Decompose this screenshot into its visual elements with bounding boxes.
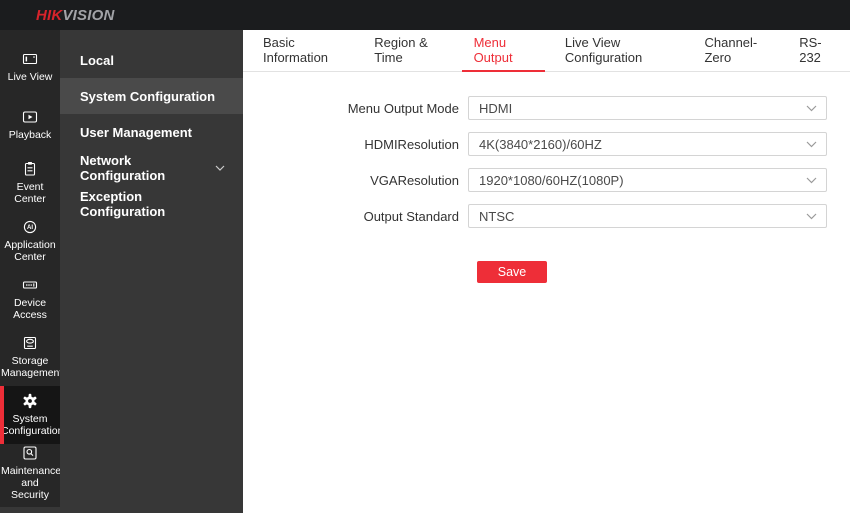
tab-label: RS-232	[799, 35, 822, 65]
live-view-icon	[22, 51, 38, 67]
tab-label: Basic Information	[263, 35, 329, 65]
sidebar-item-label: Storage Management	[1, 355, 63, 379]
select-value: NTSC	[479, 208, 515, 224]
sidebar-item-label: Maintenance and Security	[1, 465, 62, 501]
application-center-icon: AI	[22, 219, 38, 235]
sidebar-item-label: Playback	[8, 129, 52, 141]
menu-item-network-configuration[interactable]: Network Configuration	[60, 150, 243, 186]
tab-label: Menu Output	[473, 35, 513, 65]
form-row: VGAResolution 1920*1080/60HZ(1080P)	[243, 168, 850, 192]
menu-output-mode-select[interactable]: HDMI	[468, 96, 827, 120]
sidebar-background: Live View Playback Event Center AI Appli…	[0, 30, 64, 513]
chevron-down-icon	[806, 141, 817, 148]
tab-label: Channel-Zero	[704, 35, 758, 65]
menu-item-label: Local	[80, 52, 114, 68]
save-row: Save	[243, 261, 850, 283]
form-row: Menu Output Mode HDMI	[243, 96, 850, 120]
sidebar-item-live-view[interactable]: Live View	[0, 38, 60, 96]
logo-vision-text: VISION	[62, 6, 115, 24]
system-configuration-gear-icon	[22, 393, 38, 409]
menu-item-user-management[interactable]: User Management	[60, 114, 243, 150]
chevron-down-icon	[215, 165, 225, 171]
vga-resolution-label: VGAResolution	[370, 172, 459, 188]
sidebar-item-application-center[interactable]: AI Application Center	[0, 212, 60, 270]
svg-text:AI: AI	[27, 225, 33, 231]
output-standard-select[interactable]: NTSC	[468, 204, 827, 228]
tab-basic-information[interactable]: Basic Information	[251, 30, 354, 72]
menu-item-label: Network Configuration	[80, 153, 166, 183]
save-button[interactable]: Save	[477, 261, 547, 283]
select-value: 4K(3840*2160)/60HZ	[479, 136, 602, 152]
form-row: HDMIResolution 4K(3840*2160)/60HZ	[243, 132, 850, 156]
menu-item-label: System Configuration	[80, 88, 216, 104]
tab-channel-zero[interactable]: Channel-Zero	[692, 30, 779, 72]
vga-resolution-select[interactable]: 1920*1080/60HZ(1080P)	[468, 168, 827, 192]
sidebar-item-label: Live View	[7, 71, 53, 83]
main-content: Basic Information Region & Time Menu Out…	[243, 30, 850, 513]
select-value: HDMI	[479, 100, 513, 116]
hdmi-resolution-label: HDMIResolution	[364, 136, 459, 152]
settings-tab-bar: Basic Information Region & Time Menu Out…	[243, 30, 850, 72]
top-bar: HIKVISION	[0, 0, 850, 30]
menu-output-form: Menu Output Mode HDMI HDMIResolution 4K(…	[243, 72, 850, 283]
hdmi-resolution-select[interactable]: 4K(3840*2160)/60HZ	[468, 132, 827, 156]
logo-hik-text: HIK	[36, 6, 63, 24]
tab-region-time[interactable]: Region & Time	[362, 30, 453, 72]
chevron-down-icon	[806, 213, 817, 220]
menu-item-label: Exception Configuration	[80, 189, 166, 219]
tab-menu-output[interactable]: Menu Output	[461, 30, 545, 72]
sidebar-item-playback[interactable]: Playback	[0, 96, 60, 154]
playback-icon	[22, 109, 38, 125]
sidebar-item-storage-management[interactable]: Storage Management	[0, 328, 63, 386]
tab-label: Region & Time	[374, 35, 428, 65]
config-menu-panel: Local System Configuration User Manageme…	[60, 30, 243, 513]
form-row: Output Standard NTSC	[243, 204, 850, 228]
storage-management-icon	[22, 335, 38, 351]
sidebar-item-label: System Configuration	[1, 413, 64, 437]
menu-item-system-configuration[interactable]: System Configuration	[60, 78, 243, 114]
menu-item-local[interactable]: Local	[60, 42, 243, 78]
tab-rs-232[interactable]: RS-232	[787, 30, 846, 72]
menu-output-mode-label: Menu Output Mode	[347, 100, 459, 116]
output-standard-label: Output Standard	[363, 208, 459, 224]
tab-label: Live View Configuration	[564, 35, 643, 65]
chevron-down-icon	[806, 105, 817, 112]
device-access-icon	[22, 277, 38, 293]
sidebar-item-label: Application Center	[4, 239, 56, 263]
sidebar-item-label: Event Center	[14, 181, 46, 205]
tab-live-view-configuration[interactable]: Live View Configuration	[553, 30, 685, 72]
select-value: 1920*1080/60HZ(1080P)	[479, 172, 624, 188]
chevron-down-icon	[806, 177, 817, 184]
maintenance-security-icon	[22, 445, 38, 461]
sidebar-item-device-access[interactable]: Device Access	[0, 270, 60, 328]
sidebar-item-system-configuration[interactable]: System Configuration	[0, 386, 64, 444]
menu-item-exception-configuration[interactable]: Exception Configuration	[60, 186, 243, 222]
sidebar-item-maintenance-and-security[interactable]: Maintenance and Security	[0, 444, 62, 502]
main-nav-sidebar: Live View Playback Event Center AI Appli…	[0, 30, 64, 507]
sidebar-item-event-center[interactable]: Event Center	[0, 154, 60, 212]
sidebar-item-label: Device Access	[13, 297, 47, 321]
menu-item-label: User Management	[80, 124, 192, 140]
event-center-icon	[22, 161, 38, 177]
hikvision-logo: HIKVISION	[36, 7, 114, 24]
